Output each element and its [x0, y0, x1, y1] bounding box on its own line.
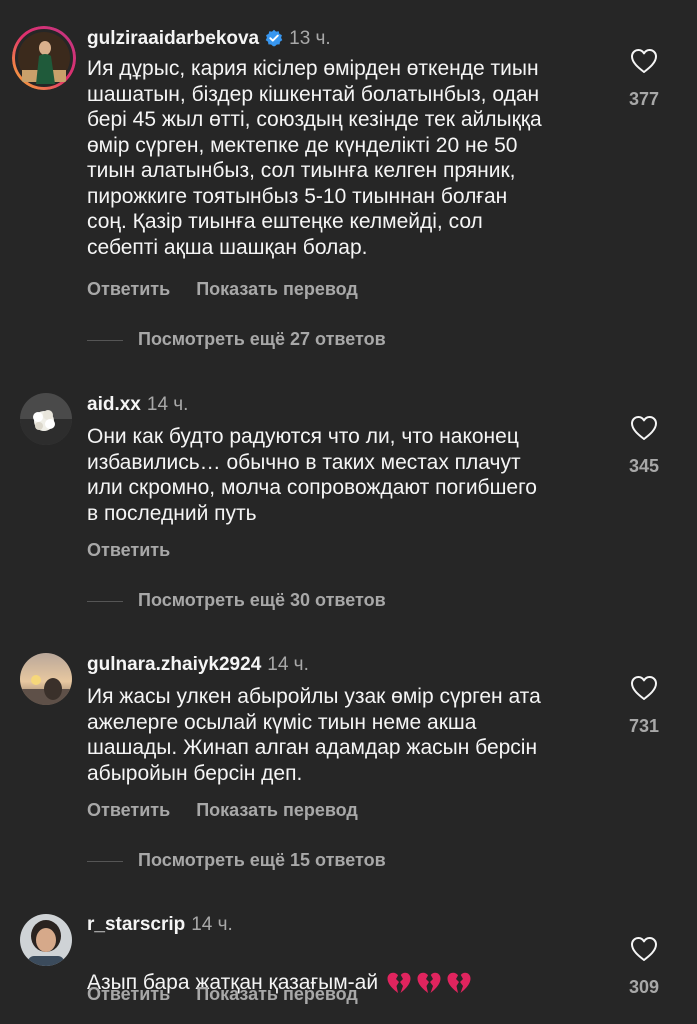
show-translation-button[interactable]: Показать перевод [196, 279, 358, 299]
like-button[interactable]: 345 [619, 415, 669, 477]
username[interactable]: gulziraaidarbekova [87, 28, 259, 49]
like-count: 377 [628, 89, 660, 109]
broken-heart-icon [417, 972, 441, 993]
broken-heart-icon [447, 972, 471, 993]
reply-button[interactable]: Ответить [87, 800, 170, 820]
broken-heart-icon [387, 972, 411, 993]
username[interactable]: aid.xx [87, 394, 141, 415]
comment-item: gulnara.zhaiyk2924 14 ч. Ия жасы улкен аб… [0, 620, 697, 880]
comment-item: r_starscrip 14 ч. Азып бара жатқан қазағы… [0, 880, 697, 1024]
view-replies-label: Посмотреть ещё 27 ответов [138, 329, 386, 349]
view-replies-label: Посмотреть ещё 30 ответов [138, 590, 386, 610]
comment-item: aid.xx 14 ч. Они как будто радуются что л… [0, 360, 697, 620]
username[interactable]: gulnara.zhaiyk2924 [87, 654, 261, 675]
avatar[interactable] [12, 26, 76, 90]
view-replies-label: Посмотреть ещё 15 ответов [138, 850, 386, 870]
avatar[interactable] [20, 653, 72, 705]
comment-text: Ия дұрыс, кария кісілер өмірден өткенде … [87, 57, 542, 259]
comment-time: 14 ч. [146, 394, 189, 415]
like-button[interactable]: 731 [619, 675, 669, 737]
like-button[interactable]: 377 [619, 48, 669, 110]
heart-icon [631, 416, 657, 440]
username[interactable]: r_starscrip [87, 914, 185, 935]
comment-time: 14 ч. [267, 654, 309, 675]
heart-icon [631, 937, 657, 961]
show-translation-button[interactable]: Показать перевод [196, 800, 358, 820]
view-replies-button[interactable]: Посмотреть ещё 30 ответов [87, 589, 386, 611]
reply-button[interactable]: Ответить [87, 279, 170, 299]
like-count: 731 [628, 716, 660, 736]
like-button[interactable]: 309 [619, 936, 669, 998]
view-replies-button[interactable]: Посмотреть ещё 27 ответов [87, 328, 386, 350]
replies-divider [87, 860, 123, 862]
replies-divider [87, 600, 123, 602]
reply-button[interactable]: Ответить [87, 540, 170, 560]
heart-icon [631, 676, 657, 700]
verified-badge-icon [265, 29, 283, 53]
comment-time: 13 ч. [289, 28, 331, 49]
comment-time: 14 ч. [191, 914, 233, 935]
like-count: 309 [628, 977, 660, 997]
avatar[interactable] [20, 914, 72, 966]
like-count: 345 [628, 456, 660, 476]
comment-item: gulziraaidarbekova 13 ч. Ия дұрыс, кария … [0, 0, 697, 360]
comment-text: Они как будто радуются что ли, что након… [87, 425, 537, 525]
reply-button[interactable]: Ответить [87, 984, 170, 1004]
avatar[interactable] [20, 393, 72, 445]
replies-divider [87, 339, 123, 341]
heart-icon [631, 49, 657, 73]
view-replies-button[interactable]: Посмотреть ещё 15 ответов [87, 849, 386, 871]
comment-text: Ия жасы улкен абыройлы узак өмір сүрген … [87, 685, 541, 785]
emoji-group [386, 971, 476, 1002]
show-translation-button[interactable]: Показать перевод [196, 984, 358, 1004]
